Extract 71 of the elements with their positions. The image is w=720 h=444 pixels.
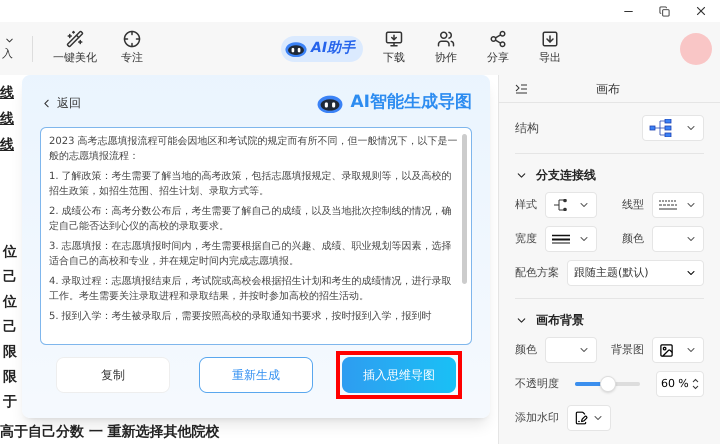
field-label: 结构 [515, 120, 539, 137]
image-icon [659, 342, 674, 358]
style-dropdown[interactable] [545, 192, 597, 218]
dashed-lines-icon [659, 200, 677, 210]
close-icon[interactable] [694, 4, 708, 18]
robot-icon [316, 92, 343, 114]
toolbar-button[interactable]: 一键美化 [45, 30, 105, 67]
ai-assistant-button[interactable]: AI助手 [281, 36, 364, 62]
field-label: 宽度 [515, 230, 537, 247]
canvas-text: 线 [0, 84, 15, 103]
field-label: 添加水印 [515, 410, 559, 426]
field-label: 背景图 [611, 342, 644, 358]
canvas-text: 线 [0, 110, 15, 129]
field-label: 颜色 [622, 230, 644, 247]
robot-icon [285, 40, 307, 58]
field-label: 样式 [515, 196, 537, 213]
scrollbar[interactable] [462, 134, 467, 284]
toolbar-button[interactable]: 导出 [531, 30, 570, 67]
toolbar-button[interactable]: 下载 [375, 30, 414, 67]
canvas-text: 己 [3, 318, 17, 337]
back-button[interactable]: 返回 [40, 94, 81, 112]
field-label: 颜色 [515, 342, 537, 358]
field-label: 配色方案 [515, 264, 559, 281]
watermark-dropdown[interactable] [567, 405, 611, 431]
canvas-text: 己 [3, 268, 17, 287]
paragraph: 2023 高考志愿填报流程可能会因地区和考试院的规定而有所不同，但一般情况下，以下是一般的志愿填报流程： [49, 134, 458, 164]
crosshair-icon [123, 30, 141, 48]
dialog-title: AI智能生成导图 [350, 91, 472, 114]
color-scheme-dropdown[interactable]: 跟随主题(默认) [567, 260, 704, 286]
share-icon [489, 30, 508, 48]
panel-title: 画布 [595, 80, 621, 98]
color-dropdown[interactable] [652, 226, 704, 252]
magic-wand-icon [66, 30, 84, 48]
download-box-icon [541, 30, 560, 48]
field-label: 线型 [622, 196, 644, 213]
toolbar-button[interactable]: 协作 [427, 30, 466, 67]
canvas-text: 位 [3, 293, 17, 312]
field-label: 不透明度 [515, 376, 559, 392]
spinner-icon [692, 378, 699, 390]
line-type-dropdown[interactable] [652, 192, 704, 218]
paragraph: 2. 成绩公布：高考分数公布后，考生需要了解自己的成绩，以及当地批次控制线的情况，确定自己能否达到心仪的高校的录取要求。 [49, 204, 453, 234]
color-dropdown[interactable] [545, 337, 597, 363]
structure-dropdown[interactable] [642, 115, 704, 141]
monitor-download-icon [385, 30, 404, 48]
toolbar-button[interactable]: 分享 [479, 30, 518, 67]
watermark-icon [574, 411, 588, 425]
canvas-text: 位 [3, 243, 17, 262]
canvas-text: 于 [3, 393, 17, 412]
collapse-panel-icon[interactable] [515, 84, 528, 94]
toolbar-button[interactable]: 专注 [113, 30, 151, 67]
generated-text-area[interactable] [40, 127, 472, 345]
line-width-icon [552, 234, 570, 244]
toolbar-label: 入 [2, 46, 13, 62]
canvas-text: 限 [3, 343, 17, 362]
canvas-text: 限 [3, 368, 17, 387]
section-header[interactable]: 分支连接线 [515, 166, 704, 184]
width-dropdown[interactable] [545, 226, 597, 252]
canvas-text: 线 [0, 136, 15, 155]
paragraph: 4. 录取过程：志愿填报结束后，考试院或高校会根据招生计划和考生的成绩情况，进行录取工作。考生需要关注录取进程和录取结果，并按时参加高校的招生活动。 [49, 274, 453, 304]
opacity-input[interactable]: 60 % [656, 371, 704, 397]
paragraph: 1. 了解政策：考生需要了解当地的高考政策，包括志愿填报规定、录取规则等，以及高校的招生政策，如招生范围、招生计划、录取方式等。 [49, 170, 453, 199]
slider-thumb[interactable] [600, 376, 616, 392]
restore-icon[interactable] [659, 6, 670, 16]
people-icon [437, 30, 456, 48]
section-header[interactable]: 画布背景 [515, 311, 704, 329]
paragraph: 3. 志愿填报：在志愿填报时间内，考生需要根据自己的兴趣、成绩、职业规划等因素，选择适合自己的高校和专业，并在规定时间内完成志愿填报。 [49, 240, 453, 269]
action-button[interactable]: 复制 [56, 357, 170, 393]
paragraph: 5. 报到入学：考生被录取后，需要按照高校的录取通知书要求，按时报到入学，报到时 [49, 310, 433, 324]
canvas-text: 高于自己分数 一 重新选择其他院校 [0, 422, 220, 442]
branch-style-icon [552, 199, 568, 211]
background-image-dropdown[interactable] [652, 337, 704, 363]
